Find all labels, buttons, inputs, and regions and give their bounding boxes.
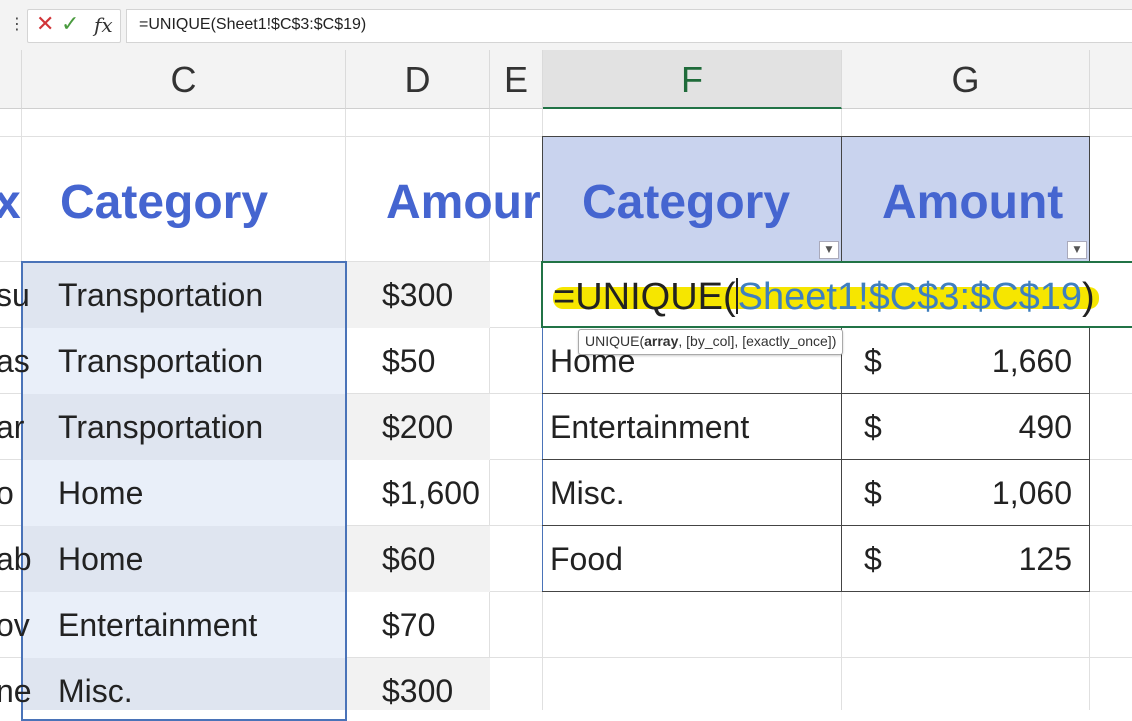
source-category-cell[interactable]: Transportation: [58, 409, 263, 446]
source-amount-cell[interactable]: $50: [382, 343, 435, 380]
tooltip-function-name: UNIQUE(: [585, 333, 645, 349]
summary-category-header-cell[interactable]: Category ▼: [542, 136, 842, 262]
currency-symbol: $: [864, 541, 882, 577]
formula-suffix: ): [1082, 276, 1095, 318]
column-header-d[interactable]: D: [346, 50, 490, 109]
summary-row-line: [542, 525, 1090, 526]
summary-category-cell[interactable]: Misc.: [550, 475, 625, 512]
source-category-cell[interactable]: Misc.: [58, 673, 133, 710]
summary-category-header: Category: [582, 176, 791, 229]
column-header-c[interactable]: C: [22, 50, 346, 109]
column-header-e[interactable]: E: [490, 50, 543, 109]
summary-row-line: [542, 459, 1090, 460]
insert-function-icon[interactable]: fx: [94, 13, 113, 37]
source-amount-cell[interactable]: $1,600: [382, 475, 480, 512]
currency-symbol: $: [864, 409, 882, 445]
active-cell-editor[interactable]: =UNIQUE(Sheet1!$C$3:$C$19): [541, 261, 1132, 328]
column-header-f[interactable]: F: [543, 50, 842, 109]
source-amount-cell[interactable]: $300: [382, 277, 453, 314]
source-amount-cell[interactable]: $300: [382, 673, 453, 710]
source-amount-cell[interactable]: $60: [382, 541, 435, 578]
currency-symbol: $: [864, 343, 882, 379]
summary-amount-header-cell[interactable]: Amount ▼: [841, 136, 1090, 262]
function-argument-tooltip[interactable]: UNIQUE(array, [by_col], [exactly_once]): [578, 329, 844, 355]
formula-text: =UNIQUE(Sheet1!$C$3:$C$19): [139, 16, 367, 33]
summary-amount-header: Amount: [882, 176, 1064, 229]
formula-input[interactable]: =UNIQUE(Sheet1!$C$3:$C$19): [126, 9, 1132, 43]
source-category-cell[interactable]: Transportation: [58, 343, 263, 380]
summary-category-cell[interactable]: Entertainment: [550, 409, 749, 446]
tooltip-active-argument: array: [644, 333, 679, 349]
column-header-g[interactable]: G: [842, 50, 1090, 109]
source-category-cell[interactable]: Home: [58, 541, 143, 578]
summary-category-cell[interactable]: Food: [550, 541, 623, 578]
editing-formula: =UNIQUE(Sheet1!$C$3:$C$19): [553, 277, 1095, 317]
formula-bar: ⋮ ✕ ✓ fx =UNIQUE(Sheet1!$C$3:$C$19): [0, 0, 1132, 50]
source-category-cell[interactable]: Transportation: [58, 277, 263, 314]
summary-amount-cell[interactable]: 1,060: [992, 475, 1072, 512]
summary-amount-cell[interactable]: 1,660: [992, 343, 1072, 380]
source-category-cell[interactable]: Entertainment: [58, 607, 257, 644]
source-amount-cell[interactable]: $200: [382, 409, 453, 446]
grip-icon[interactable]: ⋮: [9, 14, 25, 33]
source-category-header: Category: [60, 176, 269, 229]
filter-dropdown-icon[interactable]: ▼: [1067, 241, 1087, 259]
summary-amount-cell[interactable]: 490: [1019, 409, 1072, 446]
source-category-cell[interactable]: Home: [58, 475, 143, 512]
summary-amount-cell[interactable]: 125: [1019, 541, 1072, 578]
source-amount-cell[interactable]: $70: [382, 607, 435, 644]
summary-row-line: [542, 591, 1090, 592]
source-amount-header-clip: Amour: [346, 137, 542, 261]
cancel-icon[interactable]: ✕: [36, 14, 54, 36]
column-header-b[interactable]: [0, 50, 22, 109]
formula-prefix: =UNIQUE(: [553, 276, 736, 318]
summary-row-line: [542, 393, 1090, 394]
enter-icon[interactable]: ✓: [61, 14, 79, 36]
source-amount-header: Amour: [386, 176, 541, 229]
filter-dropdown-icon[interactable]: ▼: [819, 241, 839, 259]
formula-buttons: ✕ ✓ fx: [27, 9, 121, 43]
currency-symbol: $: [864, 475, 882, 511]
column-header-h[interactable]: [1090, 50, 1132, 109]
formula-reference: Sheet1!$C$3:$C$19: [737, 276, 1083, 318]
tooltip-rest: , [by_col], [exactly_once]): [678, 333, 837, 349]
